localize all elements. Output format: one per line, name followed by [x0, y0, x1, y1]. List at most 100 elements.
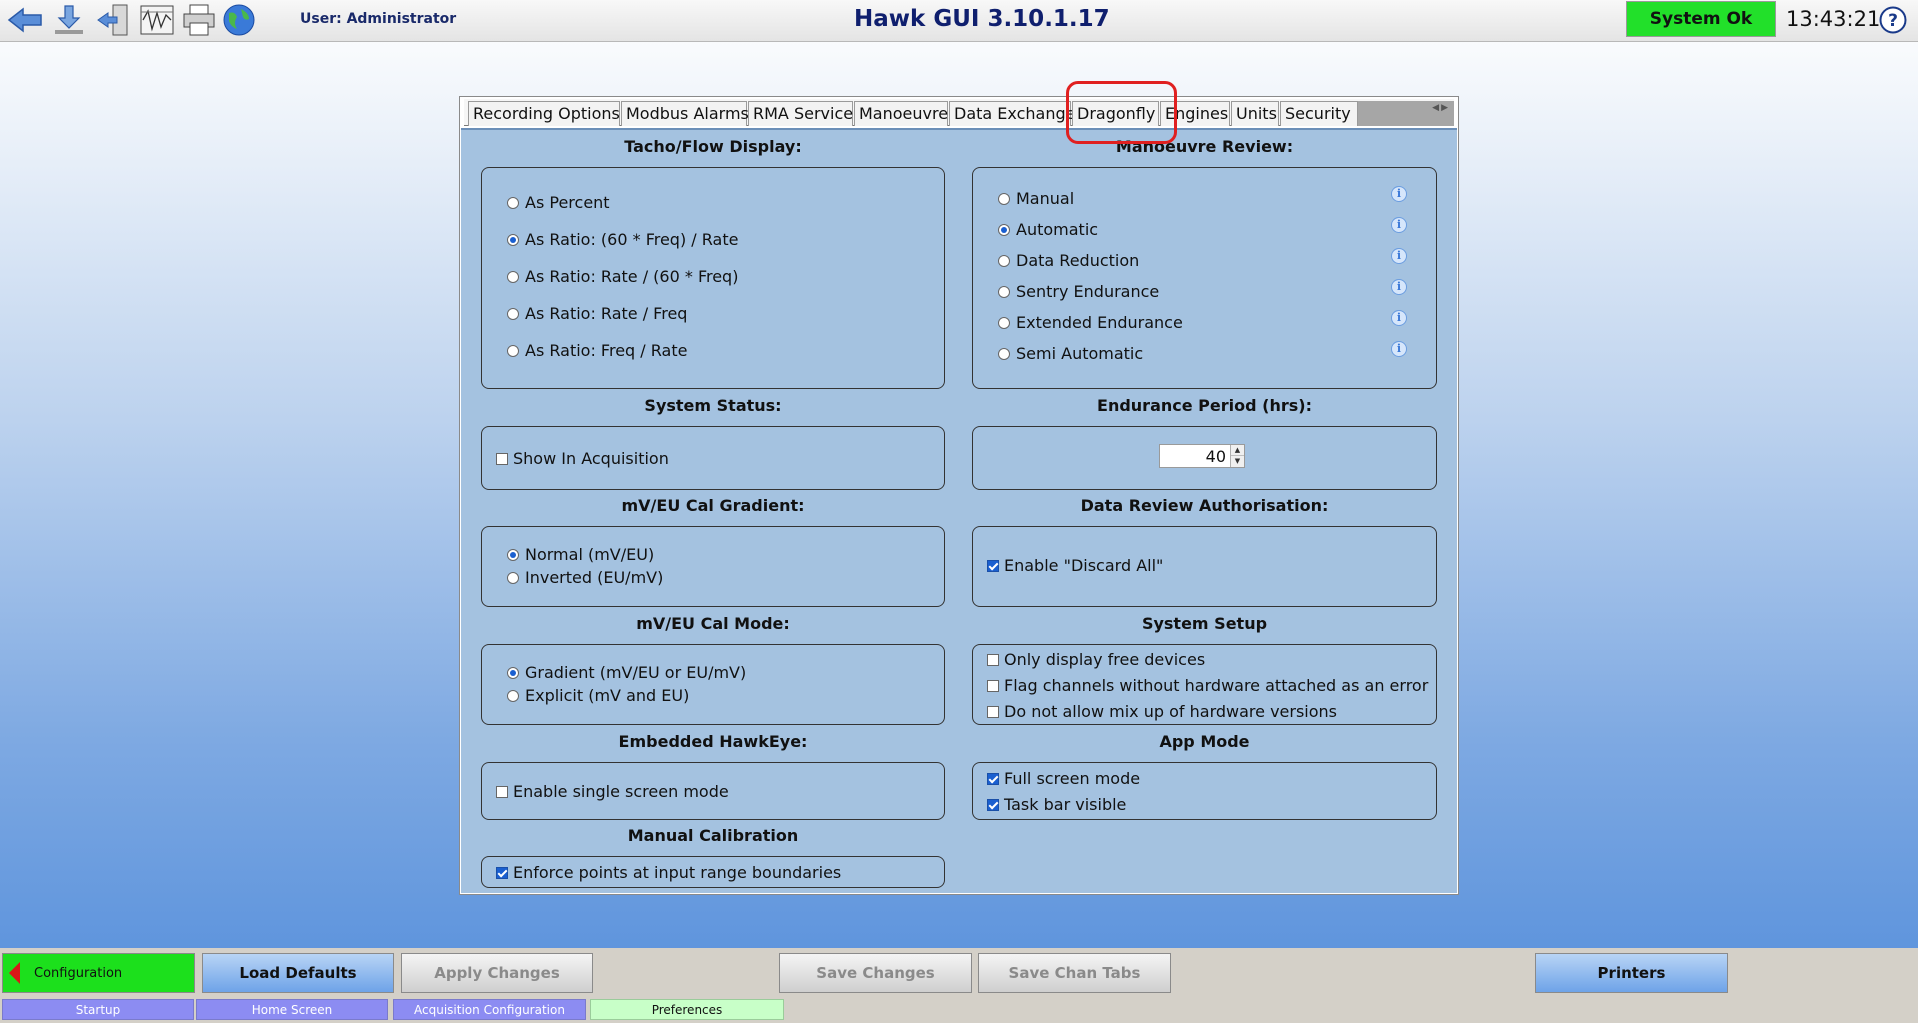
apply-changes-button[interactable]: Apply Changes [401, 953, 593, 993]
cal-mode-option-explicit[interactable]: Explicit (mV and EU) [507, 686, 689, 705]
tab-dragonfly[interactable]: Dragonfly [1072, 101, 1159, 126]
gradient-option-normal[interactable]: Normal (mV/EU) [507, 545, 654, 564]
back-arrow-icon[interactable] [6, 2, 44, 38]
authorisation-title: Data Review Authorisation: [1080, 496, 1329, 515]
gradient-option-inverted[interactable]: Inverted (EU/mV) [507, 568, 663, 587]
checkbox[interactable] [496, 452, 508, 465]
waveform-settings-icon[interactable] [138, 2, 176, 38]
spin-up-icon[interactable]: ▲ [1231, 445, 1244, 456]
manoeuvre-option-data-reduction[interactable]: Data Reduction [998, 251, 1139, 270]
manoeuvre-option-automatic[interactable]: Automatic [998, 220, 1098, 239]
checkbox[interactable] [987, 705, 999, 718]
free-devices-checkbox[interactable]: Only display free devices [987, 650, 1205, 669]
show-in-acquisition-checkbox[interactable]: Show In Acquisition [496, 449, 669, 468]
radio-button[interactable] [998, 347, 1010, 360]
endurance-period-spinbox[interactable]: 40 ▲ ▼ [1159, 444, 1245, 468]
endurance-period-value[interactable]: 40 [1206, 447, 1226, 466]
tacho-option-percent[interactable]: As Percent [507, 193, 610, 212]
checkbox[interactable] [987, 798, 999, 811]
tab-scroll-arrows[interactable]: ◀▶ [1432, 103, 1450, 113]
cal-mode-option-gradient[interactable]: Gradient (mV/EU or EU/mV) [507, 663, 746, 682]
radio-button[interactable] [507, 196, 519, 209]
task-bar-checkbox[interactable]: Task bar visible [987, 795, 1126, 814]
download-icon[interactable] [50, 2, 88, 38]
radio-button[interactable] [998, 285, 1010, 298]
tab-security[interactable]: Security [1280, 101, 1358, 126]
manoeuvre-option-manual[interactable]: Manual [998, 189, 1074, 208]
load-defaults-button[interactable]: Load Defaults [202, 953, 394, 993]
system-setup-title: System Setup [1141, 614, 1268, 633]
app-title: Hawk GUI 3.10.1.17 [854, 6, 1110, 32]
manoeuvre-option-sentry-endurance[interactable]: Sentry Endurance [998, 282, 1159, 301]
printers-button[interactable]: Printers [1535, 953, 1728, 993]
radio-button[interactable] [998, 192, 1010, 205]
nav-tab-preferences[interactable]: Preferences [590, 999, 784, 1020]
top-toolbar: User: Administrator Hawk GUI 3.10.1.17 S… [0, 0, 1918, 42]
info-icon[interactable]: i [1391, 279, 1407, 295]
tacho-option-ratio-freq-rate-simple[interactable]: As Ratio: Freq / Rate [507, 341, 687, 360]
save-changes-button[interactable]: Save Changes [779, 953, 972, 993]
checkbox[interactable] [496, 785, 508, 798]
flag-channels-checkbox[interactable]: Flag channels without hardware attached … [987, 676, 1428, 695]
save-chan-tabs-button[interactable]: Save Chan Tabs [978, 953, 1171, 993]
radio-button[interactable] [998, 316, 1010, 329]
tacho-option-ratio-freq-rate[interactable]: As Ratio: (60 * Freq) / Rate [507, 230, 738, 249]
radio-button[interactable] [998, 254, 1010, 267]
single-screen-mode-checkbox[interactable]: Enable single screen mode [496, 782, 729, 801]
nav-tab-home-screen[interactable]: Home Screen [196, 999, 388, 1020]
radio-button[interactable] [998, 223, 1010, 236]
tab-data-exchange[interactable]: Data Exchange [949, 101, 1075, 126]
tab-rma-service[interactable]: RMA Service [748, 101, 853, 126]
radio-button[interactable] [507, 233, 519, 246]
radio-button[interactable] [507, 689, 519, 702]
info-icon[interactable]: i [1391, 341, 1407, 357]
endurance-title: Endurance Period (hrs): [1097, 396, 1312, 415]
manual-cal-group: Enforce points at input range boundaries [481, 856, 945, 888]
nav-tab-acquisition-configuration[interactable]: Acquisition Configuration [393, 999, 586, 1020]
hardware-versions-checkbox[interactable]: Do not allow mix up of hardware versions [987, 702, 1337, 721]
checkbox[interactable] [987, 679, 999, 692]
checkbox[interactable] [987, 653, 999, 666]
radio-button[interactable] [507, 548, 519, 561]
help-icon[interactable]: ? [1879, 6, 1907, 34]
tacho-option-ratio-rate-freq60[interactable]: As Ratio: Rate / (60 * Freq) [507, 267, 738, 286]
system-status-group: Show In Acquisition [481, 426, 945, 490]
info-icon[interactable]: i [1391, 186, 1407, 202]
radio-button[interactable] [507, 666, 519, 679]
tab-units[interactable]: Units [1231, 101, 1279, 126]
radio-button[interactable] [507, 307, 519, 320]
endurance-group: 40 ▲ ▼ [972, 426, 1437, 490]
enforce-points-checkbox[interactable]: Enforce points at input range boundaries [496, 863, 841, 882]
manoeuvre-option-extended-endurance[interactable]: Extended Endurance [998, 313, 1183, 332]
logout-door-icon[interactable] [94, 2, 132, 38]
system-setup-group: Only display free devices Flag channels … [972, 644, 1437, 725]
globe-icon[interactable] [220, 2, 258, 38]
gradient-group: Normal (mV/EU) Inverted (EU/mV) [481, 526, 945, 607]
cal-mode-title: mV/EU Cal Mode: [636, 614, 790, 633]
checkbox[interactable] [987, 772, 999, 785]
tab-recording-options[interactable]: Recording Options [468, 101, 620, 126]
checkbox[interactable] [987, 559, 999, 572]
spin-down-icon[interactable]: ▼ [1231, 456, 1244, 467]
info-icon[interactable]: i [1391, 310, 1407, 326]
nav-tab-startup[interactable]: Startup [2, 999, 194, 1020]
preferences-panel: Recording Options Modbus Alarms RMA Serv… [459, 96, 1459, 895]
full-screen-checkbox[interactable]: Full screen mode [987, 769, 1140, 788]
tacho-group: As Percent As Ratio: (60 * Freq) / Rate … [481, 167, 945, 389]
radio-button[interactable] [507, 344, 519, 357]
printer-icon[interactable] [180, 2, 218, 38]
discard-all-checkbox[interactable]: Enable "Discard All" [987, 556, 1163, 575]
manoeuvre-option-semi-automatic[interactable]: Semi Automatic [998, 344, 1143, 363]
tab-engines[interactable]: Engines [1160, 101, 1230, 126]
checkbox[interactable] [496, 866, 508, 879]
tab-manoeuvre[interactable]: Manoeuvre [854, 101, 948, 126]
radio-button[interactable] [507, 571, 519, 584]
svg-text:?: ? [1888, 11, 1898, 31]
radio-button[interactable] [507, 270, 519, 283]
configuration-button[interactable]: Configuration [2, 953, 195, 993]
info-icon[interactable]: i [1391, 217, 1407, 233]
info-icon[interactable]: i [1391, 248, 1407, 264]
preferences-content: Tacho/Flow Display: As Percent As Ratio:… [461, 128, 1457, 893]
tab-modbus-alarms[interactable]: Modbus Alarms [621, 101, 749, 126]
tacho-option-ratio-rate-freq[interactable]: As Ratio: Rate / Freq [507, 304, 687, 323]
